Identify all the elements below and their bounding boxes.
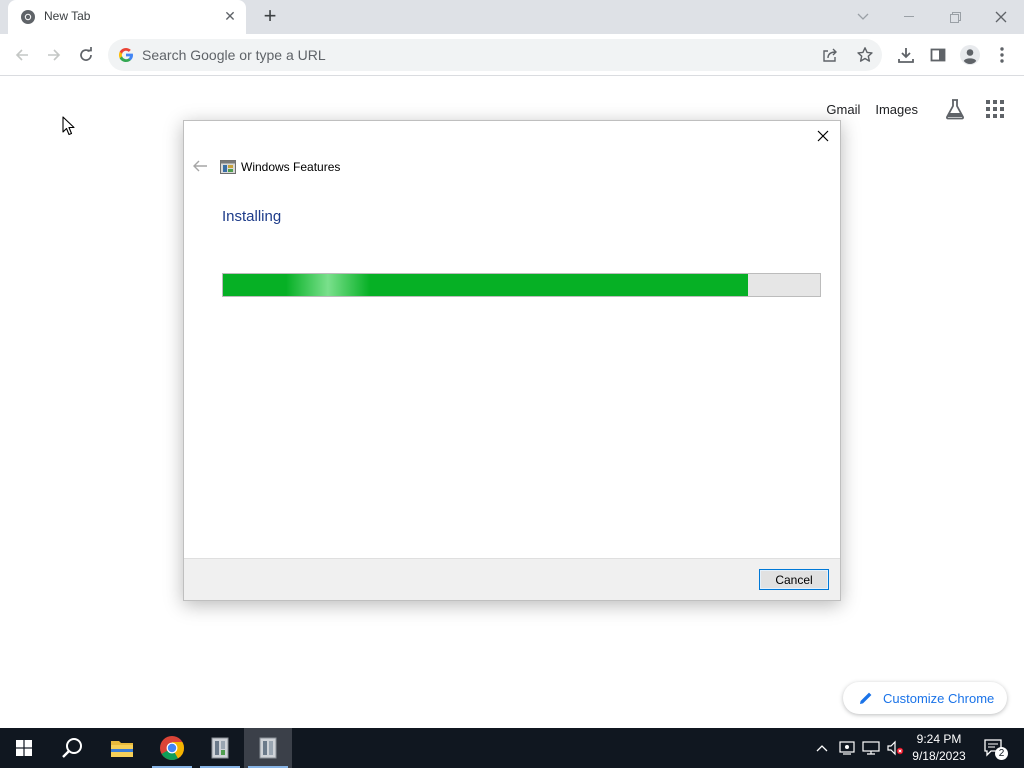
notification-count-badge: 2 [995,747,1008,760]
forward-button[interactable] [39,40,69,70]
tab-strip: New Tab ✕ + [0,0,1024,34]
profile-avatar-icon[interactable] [955,40,985,70]
pencil-icon [860,692,872,704]
progress-fill [223,274,749,296]
downloads-icon[interactable] [891,40,921,70]
new-tab-button[interactable]: + [258,5,282,28]
cancel-button[interactable]: Cancel [759,569,829,590]
gmail-link[interactable]: Gmail [826,102,860,117]
taskbar-chrome[interactable] [148,728,196,768]
omnibox[interactable] [108,39,882,71]
tray-device-icon[interactable] [836,728,858,768]
windows-taskbar: 9:24 PM 9/18/2023 2 [0,728,1024,768]
bookmark-star-icon[interactable] [856,46,874,64]
omnibox-input[interactable] [142,39,782,71]
dialog-back-arrow-icon[interactable] [192,159,208,173]
taskbar-app-1[interactable] [196,728,244,768]
windows-features-icon [259,737,277,759]
customize-chrome-button[interactable]: Customize Chrome [843,682,1007,714]
minimize-button[interactable] [886,0,932,34]
tab-new-tab[interactable]: New Tab ✕ [8,0,246,34]
customize-chrome-label: Customize Chrome [883,690,995,706]
chrome-icon [21,10,35,24]
share-icon[interactable] [822,47,838,63]
folder-icon [111,741,133,757]
search-button[interactable] [48,728,96,768]
reload-button[interactable] [71,40,101,70]
action-center-button[interactable]: 2 [978,728,1012,768]
taskbar-windows-features[interactable] [244,728,292,768]
windows-features-dialog: Windows Features Installing Cancel [183,120,841,601]
chrome-menu-icon[interactable] [987,40,1017,70]
install-progress-bar [222,273,821,297]
volume-muted-icon[interactable] [884,728,906,768]
search-icon [62,738,82,758]
mouse-cursor-icon [62,116,75,136]
dialog-footer: Cancel [184,558,840,600]
taskbar-file-explorer[interactable] [98,728,146,768]
clock-date: 9/18/2023 [912,749,966,763]
network-icon[interactable] [860,728,882,768]
google-g-icon [119,48,133,62]
images-link[interactable]: Images [875,102,918,117]
ntp-header: Gmail Images [826,96,1008,122]
control-panel-icon [211,737,229,759]
dialog-app-title: Windows Features [241,160,341,174]
google-apps-icon[interactable] [982,96,1008,122]
side-panel-icon[interactable] [923,40,953,70]
start-button[interactable] [0,728,48,768]
taskbar-clock[interactable]: 9:24 PM 9/18/2023 [908,731,970,765]
browser-toolbar [0,34,1024,76]
dialog-close-icon[interactable] [814,127,832,145]
chrome-icon [160,736,184,761]
tray-overflow-chevron-icon[interactable] [812,728,832,768]
labs-flask-icon[interactable] [942,96,968,122]
windows-logo-icon [16,740,32,756]
dialog-heading: Installing [222,208,282,225]
windows-features-icon [220,160,236,174]
tab-close-icon[interactable]: ✕ [222,8,238,24]
clock-time: 9:24 PM [916,732,962,746]
tab-title: New Tab [44,9,91,23]
tab-search-chevron-icon[interactable] [840,0,886,34]
restore-button[interactable] [932,0,978,34]
back-button[interactable] [7,40,37,70]
close-window-button[interactable] [978,0,1024,34]
